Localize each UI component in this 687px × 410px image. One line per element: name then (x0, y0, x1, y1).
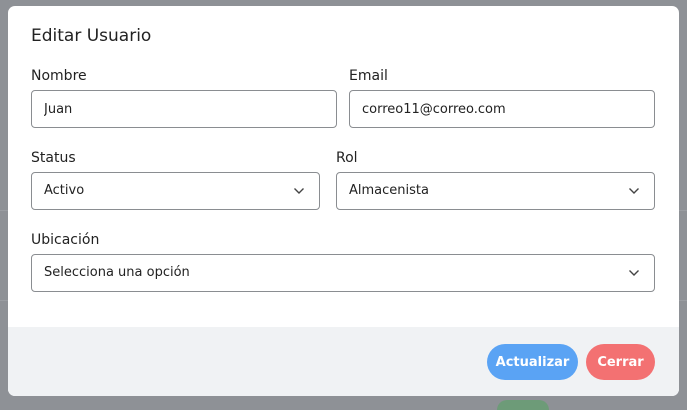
update-button[interactable]: Actualizar (487, 344, 578, 380)
ubicacion-label: Ubicación (31, 232, 100, 248)
rol-selected-value: Almacenista (349, 183, 429, 198)
chevron-down-icon (629, 188, 639, 194)
status-select[interactable]: Activo (31, 172, 320, 210)
modal-title: Editar Usuario (31, 26, 152, 46)
chevron-down-icon (629, 270, 639, 276)
nombre-label: Nombre (31, 68, 87, 84)
rol-label: Rol (336, 150, 358, 166)
email-label: Email (349, 68, 388, 84)
status-label: Status (31, 150, 76, 166)
close-button[interactable]: Cerrar (586, 344, 655, 380)
email-input[interactable] (349, 90, 655, 128)
ubicacion-select[interactable]: Selecciona una opción (31, 254, 655, 292)
ubicacion-selected-value: Selecciona una opción (44, 265, 190, 280)
status-selected-value: Activo (44, 183, 85, 198)
background-status-badge (497, 400, 549, 410)
modal-footer: Actualizar Cerrar (8, 327, 679, 396)
nombre-input[interactable] (31, 90, 337, 128)
chevron-down-icon (294, 188, 304, 194)
app-screen: Editar Usuario Nombre Email Status Activ… (0, 0, 687, 410)
edit-user-modal: Editar Usuario Nombre Email Status Activ… (8, 6, 679, 396)
rol-select[interactable]: Almacenista (336, 172, 655, 210)
